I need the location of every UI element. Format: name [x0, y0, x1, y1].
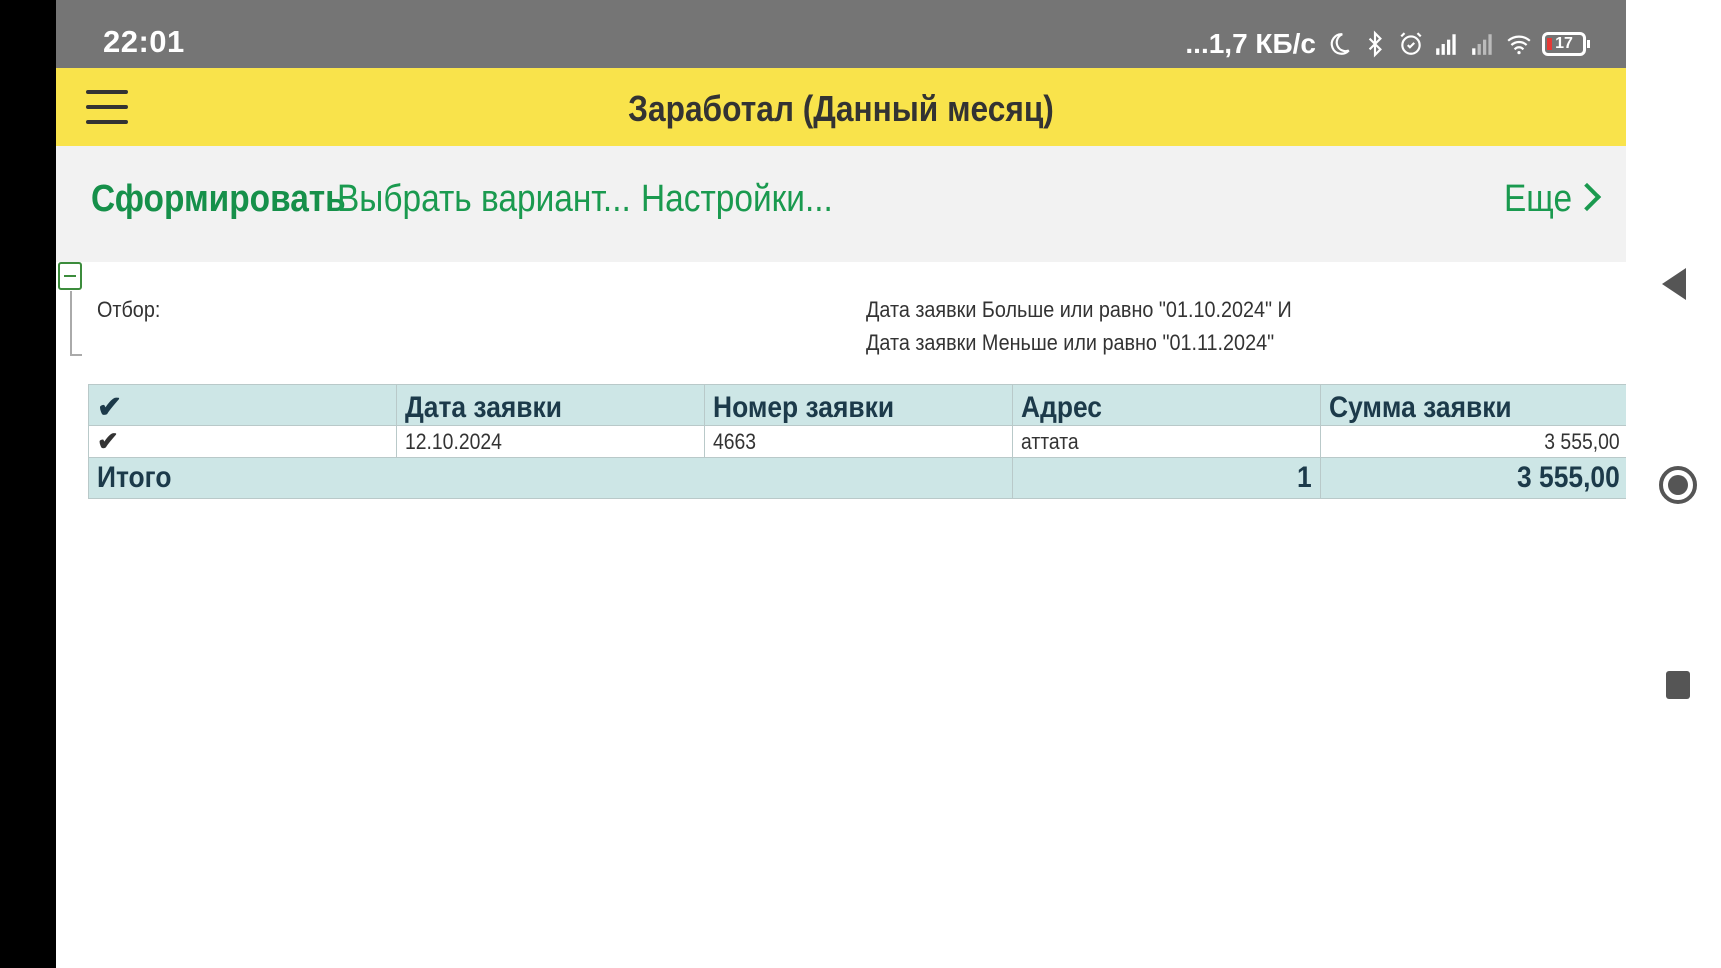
menu-line-icon [86, 105, 128, 109]
filter-condition-1: Дата заявки Больше или равно "01.10.2024… [866, 297, 1292, 322]
chevron-right-icon[interactable] [1572, 182, 1602, 212]
system-nav-bar [1626, 0, 1721, 968]
column-header[interactable]: Дата заявки [396, 384, 705, 426]
command-bar: Сформировать Выбрать вариант... Настройк… [56, 146, 1626, 262]
bluetooth-icon [1368, 30, 1382, 58]
cell-number: 4663 [704, 425, 1013, 458]
settings-button[interactable]: Настройки... [641, 178, 833, 221]
status-time: 22:01 [103, 24, 185, 59]
alarm-icon [1400, 32, 1422, 55]
total-sum: 3 555,00 [1320, 457, 1626, 499]
row-check-icon[interactable]: ✔ [88, 425, 397, 458]
total-row: Итого 1 3 555,00 [88, 457, 1626, 499]
column-header[interactable]: Номер заявки [704, 384, 1013, 426]
collapse-group-icon[interactable] [58, 262, 82, 290]
form-report-button[interactable]: Сформировать [91, 178, 346, 221]
column-header[interactable]: Адрес [1012, 384, 1321, 426]
signal-icon [1436, 34, 1456, 55]
total-count: 1 [1012, 457, 1321, 499]
menu-line-icon [86, 90, 128, 94]
home-icon[interactable] [1659, 466, 1697, 504]
hamburger-menu-button[interactable] [86, 88, 130, 126]
moon-icon [1330, 33, 1350, 55]
status-bar: 22:01 ...1,7 КБ/с 17 [56, 0, 1626, 68]
status-icons: ...1,7 КБ/с 17 [1185, 24, 1590, 64]
header-check-icon[interactable]: ✔ [88, 384, 397, 426]
network-speed: ...1,7 КБ/с [1185, 28, 1316, 59]
column-header[interactable]: Сумма заявки [1320, 384, 1626, 426]
wifi-icon [1507, 35, 1531, 55]
recents-icon[interactable] [1666, 671, 1690, 699]
menu-line-icon [86, 120, 128, 124]
table-row[interactable]: ✔ 12.10.2024 4663 аттата 3 555,00 [88, 425, 1626, 458]
app-screen: 22:01 ...1,7 КБ/с 17 Заработал (Данный м… [56, 0, 1626, 968]
filter-label: Отбор: [97, 297, 161, 322]
more-button[interactable]: Еще [1504, 178, 1572, 221]
cell-address: аттата [1012, 425, 1321, 458]
cell-date: 12.10.2024 [396, 425, 705, 458]
group-bracket [70, 291, 82, 356]
page-title: Заработал (Данный месяц) [628, 88, 1054, 129]
battery-icon: 17 [1542, 32, 1590, 56]
table-header-row: ✔ Дата заявки Номер заявки Адрес Сумма з… [88, 384, 1626, 426]
signal-weak-icon [1472, 34, 1492, 55]
total-label: Итого [88, 457, 1013, 499]
choose-variant-button[interactable]: Выбрать вариант... [337, 178, 631, 221]
filter-condition-2: Дата заявки Меньше или равно "01.11.2024… [866, 330, 1275, 355]
report-table: ✔ Дата заявки Номер заявки Адрес Сумма з… [88, 384, 1626, 499]
cell-sum: 3 555,00 [1320, 425, 1626, 458]
title-bar: Заработал (Данный месяц) [56, 68, 1626, 146]
back-icon[interactable] [1662, 268, 1686, 300]
